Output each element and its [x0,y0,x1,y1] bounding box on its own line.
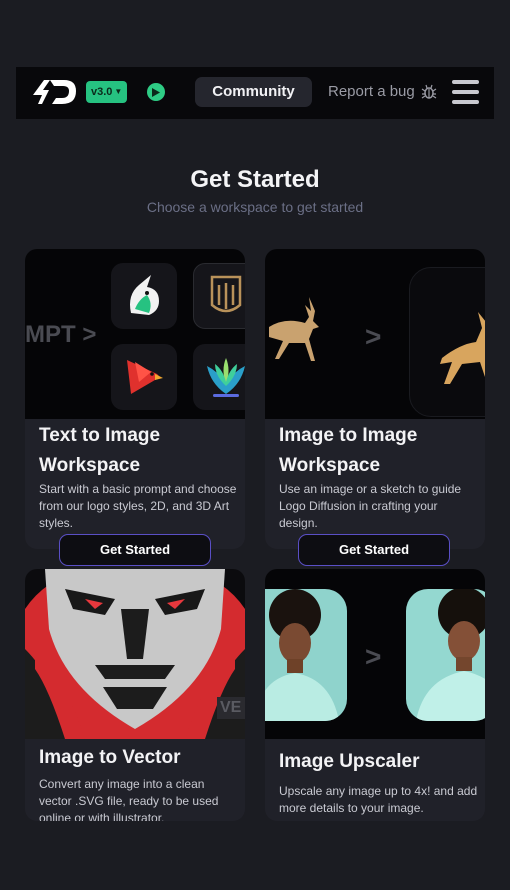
community-button[interactable]: Community [195,77,312,107]
card-title: Image to Vector [39,747,181,768]
image-to-image-get-started-button[interactable]: Get Started [298,534,450,566]
image-to-image-preview: > [265,249,485,419]
image-to-vector-card[interactable]: VE Image to Vector Convert any image int… [25,569,245,821]
card-title: Text to Image Workspace [39,425,161,476]
after-image-frame [406,589,485,721]
page-subtitle: Choose a workspace to get started [146,199,364,215]
play-button[interactable] [147,83,165,101]
portrait-after-icon [416,589,485,721]
image-to-vector-preview: VE [25,569,245,739]
card-description: Use an image or a sketch to guide Logo D… [279,482,462,530]
top-nav: v3.0 ▼ Community Report a bug [16,67,494,119]
card-description: Upscale any image up to 4x! and add more… [279,784,478,815]
logo-icon[interactable] [30,77,78,107]
play-icon [152,87,160,97]
image-upscaler-preview: > [265,569,485,739]
vector-label-text: VE [217,697,245,719]
peacock-logo-icon [207,358,245,397]
peacock-logo-tile [193,344,245,410]
lion-logo-icon [25,569,245,739]
report-bug-label: Report a bug [328,83,415,100]
card-title: Image Upscaler [279,751,420,772]
prompt-text: MPT > [25,321,97,348]
text-to-image-preview: MPT > [25,249,245,419]
version-dropdown[interactable]: v3.0 ▼ [86,81,128,103]
arrow-text: > [365,641,382,672]
cardinal-logo-icon [127,360,163,394]
arrow-text: > [365,321,382,352]
tower-logo-icon [210,275,242,313]
card-description: Start with a basic prompt and choose fro… [39,482,237,530]
output-frame [409,267,485,417]
caret-down-icon: ▼ [114,87,123,96]
image-to-image-card[interactable]: > Image to Image Workspace Use an image … [265,249,485,549]
text-to-image-card[interactable]: MPT > Text to Image Workspace Start with… [25,249,245,549]
version-label: v3.0 [91,86,113,98]
tower-logo-tile [193,263,245,329]
card-title: Image to Image Workspace [279,425,418,476]
card-description: Convert any image into a clean vector .S… [39,777,219,821]
unicorn-logo-tile [111,263,177,329]
before-image-frame [265,589,347,721]
image-upscaler-card[interactable]: > Image Upscaler Upscale any image up to… [265,569,485,821]
bug-icon [421,84,437,99]
cardinal-logo-tile [111,344,177,410]
deer-sketch-icon [269,297,319,361]
unicorn-logo-icon [130,275,159,315]
text-to-image-get-started-button[interactable]: Get Started [59,534,211,566]
page-title: Get Started [190,166,320,193]
hamburger-menu-icon[interactable] [452,80,479,104]
report-bug-link[interactable]: Report a bug [328,81,437,103]
portrait-before-icon [265,589,339,721]
deer-render-icon [440,312,485,384]
